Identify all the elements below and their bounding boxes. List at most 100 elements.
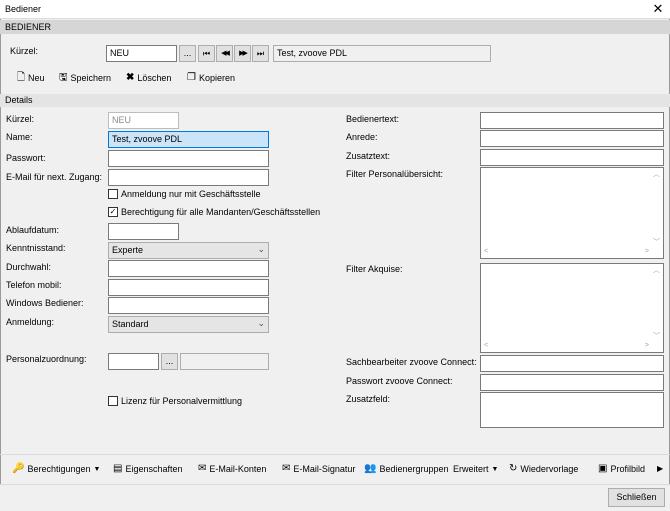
- passwort-connect-label: Passwort zvoove Connect:: [346, 376, 453, 386]
- anmeldung-select[interactable]: Standard ⌄: [108, 316, 269, 333]
- scroll-left-icon[interactable]: <: [484, 248, 488, 255]
- reminder-icon: ↻: [509, 463, 518, 474]
- top-browse-button[interactable]: ...: [179, 45, 196, 62]
- speichern-button[interactable]: 🖫 Speichern: [59, 73, 112, 84]
- passwort-connect-field[interactable]: [480, 374, 664, 391]
- loeschen-button[interactable]: ✖ Löschen: [126, 73, 172, 84]
- title-bar: Bediener ✕: [0, 0, 670, 19]
- new-document-icon: 🗋: [17, 72, 26, 83]
- scroll-right-icon[interactable]: >: [645, 342, 649, 349]
- berechtigung-checkbox-label: Berechtigung für alle Mandanten/Geschäft…: [121, 207, 321, 217]
- envelope-icon: ✉: [198, 463, 207, 474]
- speichern-label: Speichern: [70, 73, 112, 83]
- profilbild-label: Profilbild: [610, 464, 645, 474]
- close-button[interactable]: Schließen: [608, 488, 665, 507]
- telefon-label: Telefon mobil:: [6, 280, 62, 290]
- personalzuordnung-browse-button[interactable]: ...: [161, 353, 178, 370]
- nav-prev-button[interactable]: ◀◀: [216, 45, 233, 62]
- berechtigungen-label: Berechtigungen: [27, 464, 91, 474]
- scroll-up-icon[interactable]: ︿: [653, 265, 660, 275]
- chevron-down-icon: ⌄: [257, 318, 265, 328]
- nav-last-button[interactable]: ⏭: [252, 45, 269, 62]
- filter-personal-textarea[interactable]: ︿ ﹀ < >: [480, 167, 664, 259]
- personalzuordnung-field[interactable]: [108, 353, 159, 370]
- berechtigungen-button[interactable]: 🔑 Berechtigungen ▼: [12, 464, 100, 475]
- lizenz-checkbox[interactable]: Lizenz für Personalvermittlung: [108, 396, 242, 406]
- user-group-icon: 👥: [364, 463, 377, 474]
- berechtigung-checkbox-box[interactable]: ✓: [108, 207, 118, 217]
- windows-field[interactable]: [108, 297, 269, 314]
- durchwahl-field[interactable]: [108, 260, 269, 277]
- bedienergruppen-button[interactable]: 👥 Bedienergruppen: [364, 463, 449, 475]
- name-field[interactable]: Test, zvoove PDL: [108, 131, 269, 148]
- email-konten-label: E-Mail-Konten: [209, 464, 267, 474]
- chevron-down-icon: ⌄: [257, 244, 265, 254]
- windows-label: Windows Bediener:: [6, 298, 84, 308]
- berechtigung-checkbox[interactable]: ✓ Berechtigung für alle Mandanten/Geschä…: [108, 207, 320, 217]
- horizontal-scrollbar[interactable]: < >: [482, 248, 651, 257]
- window-title: Bediener: [5, 4, 42, 14]
- anmeldung-label: Anmeldung:: [6, 317, 55, 327]
- filter-akquise-textarea[interactable]: ︿ ﹀ < >: [480, 263, 664, 353]
- nav-first-button[interactable]: ⏮: [198, 45, 215, 62]
- erweitert-button[interactable]: Erweitert ▼: [453, 464, 498, 474]
- lizenz-checkbox-box[interactable]: [108, 396, 118, 406]
- anmeldung-checkbox-label: Anmeldung nur mit Geschäftsstelle: [121, 189, 261, 199]
- kenntnisstand-select[interactable]: Experte ⌄: [108, 242, 269, 259]
- erweitert-label: Erweitert: [453, 464, 489, 474]
- personalzuordnung-display: [180, 353, 269, 370]
- kuerzel-field: NEU: [108, 112, 179, 129]
- scroll-right-icon[interactable]: >: [645, 248, 649, 255]
- top-name-display: Test, zvoove PDL: [273, 45, 491, 62]
- sachbearbeiter-field[interactable]: [480, 355, 664, 372]
- kuerzel-label: Kürzel:: [6, 114, 35, 124]
- top-kuerzel-input[interactable]: NEU: [106, 45, 177, 62]
- kopieren-button[interactable]: ❐ Kopieren: [187, 73, 235, 84]
- telefon-field[interactable]: [108, 279, 269, 296]
- anmeldung-value: Standard: [112, 319, 149, 329]
- email-field[interactable]: [108, 169, 269, 186]
- loeschen-label: Löschen: [137, 73, 172, 83]
- lizenz-checkbox-label: Lizenz für Personalvermittlung: [121, 396, 243, 406]
- scroll-down-icon[interactable]: ﹀: [653, 237, 660, 247]
- kenntnisstand-label: Kenntnisstand:: [6, 243, 66, 253]
- vertical-scrollbar[interactable]: ︿ ﹀: [652, 169, 662, 247]
- email-label: E-Mail für next. Zugang:: [6, 172, 103, 182]
- horizontal-scrollbar[interactable]: < >: [482, 342, 651, 351]
- scroll-left-icon[interactable]: <: [484, 342, 488, 349]
- zusatztext-label: Zusatztext:: [346, 151, 391, 161]
- vertical-scrollbar[interactable]: ︿ ﹀: [652, 265, 662, 341]
- zusatztext-field[interactable]: [480, 149, 664, 166]
- ablaufdatum-field[interactable]: [108, 223, 179, 240]
- bedienertext-field[interactable]: [480, 112, 664, 129]
- anmeldung-checkbox-box[interactable]: [108, 189, 118, 199]
- wiedervorlage-button[interactable]: ↻ Wiedervorlage: [509, 463, 578, 475]
- name-label: Name:: [6, 132, 33, 142]
- details-header-label: Details: [5, 95, 33, 105]
- passwort-label: Passwort:: [6, 153, 46, 163]
- email-signatur-button[interactable]: ✉ E-Mail-Signatur: [282, 463, 355, 475]
- email-konten-button[interactable]: ✉ E-Mail-Konten: [198, 463, 267, 475]
- kenntnisstand-value: Experte: [112, 245, 144, 255]
- neu-label: Neu: [28, 73, 45, 83]
- anrede-field[interactable]: [480, 130, 664, 147]
- top-kuerzel-label: Kürzel:: [10, 46, 39, 56]
- zusatzfeld-textarea[interactable]: [480, 392, 664, 428]
- scroll-up-icon[interactable]: ︿: [653, 169, 660, 179]
- eigenschaften-label: Eigenschaften: [125, 464, 183, 474]
- anmeldung-checkbox[interactable]: Anmeldung nur mit Geschäftsstelle: [108, 189, 261, 199]
- nav-next-button[interactable]: ▶▶: [234, 45, 251, 62]
- toolbar-overflow-button[interactable]: ▶: [657, 464, 663, 473]
- passwort-field[interactable]: [108, 150, 269, 167]
- close-icon[interactable]: ✕: [650, 1, 666, 17]
- filter-akquise-label: Filter Akquise:: [346, 264, 403, 274]
- anrede-label: Anrede:: [346, 132, 378, 142]
- profilbild-button[interactable]: ▣ Profilbild: [598, 464, 645, 475]
- envelope-signature-icon: ✉: [282, 463, 291, 474]
- scroll-down-icon[interactable]: ﹀: [653, 331, 660, 341]
- details-header: Details: [0, 94, 670, 107]
- chevron-right-icon[interactable]: ▶: [657, 464, 663, 473]
- neu-button[interactable]: 🗋 Neu: [17, 72, 45, 84]
- eigenschaften-button[interactable]: ▤ Eigenschaften: [113, 464, 183, 475]
- section-header-label: BEDIENER: [5, 22, 52, 32]
